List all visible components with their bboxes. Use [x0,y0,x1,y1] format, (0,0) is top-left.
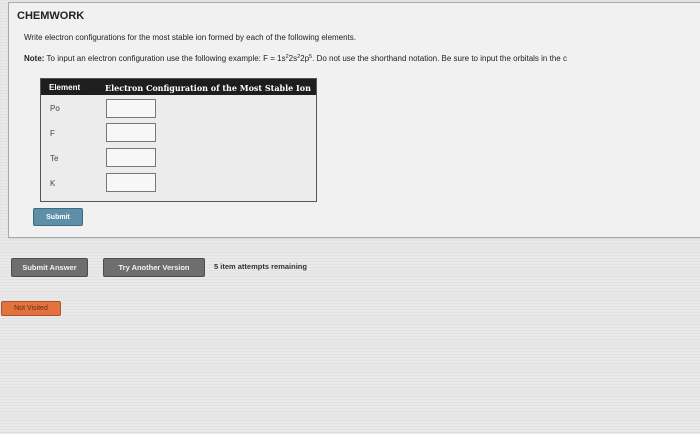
panel-title: CHEMWORK [17,10,85,22]
column-header-configuration: Electron Configuration of the Most Stabl… [105,83,311,93]
column-header-element: Element [49,83,81,92]
configuration-input-k[interactable] [106,173,156,192]
element-label-po: Po [50,104,60,113]
note-label: Note: [24,54,45,63]
element-label-k: K [50,179,56,188]
note-text-mid2: 2p [300,54,310,63]
element-label-te: Te [50,154,59,163]
question-panel: CHEMWORK Write electron configurations f… [8,2,700,238]
configuration-table: Element Electron Configuration of the Mo… [40,78,317,202]
configuration-input-te[interactable] [106,148,156,167]
configuration-input-po[interactable] [106,99,156,118]
note-text-mid1: 2s [288,54,298,63]
element-label-f: F [50,129,55,138]
question-instruction: Write electron configurations for the mo… [24,33,357,42]
question-note: Note: To input an electron configuration… [24,54,567,63]
note-text-pre: To input an electron configuration use t… [46,54,286,63]
attempts-remaining: 5 item attempts remaining [214,262,307,271]
note-text-post: . Do not use the shorthand notation. Be … [312,54,567,63]
submit-button[interactable]: Submit [33,208,83,226]
configuration-input-f[interactable] [106,123,156,142]
status-badge: Not Visited [1,301,61,316]
try-another-version-button[interactable]: Try Another Version [103,258,205,277]
table-header: Element Electron Configuration of the Mo… [41,79,316,95]
submit-answer-button[interactable]: Submit Answer [11,258,88,277]
